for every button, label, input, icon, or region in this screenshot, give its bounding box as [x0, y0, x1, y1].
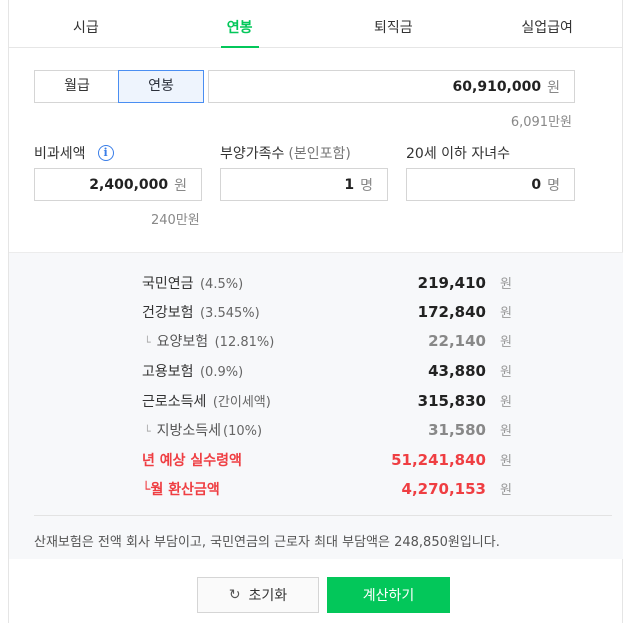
health-insurance-rate: (3.545%) [199, 305, 260, 321]
won-unit: 원 [500, 365, 512, 380]
income-tax-row: 근로소득세 (간이세액) 315,830 원 [142, 386, 512, 415]
nontax-unit: 원 [174, 177, 187, 194]
won-unit: 원 [500, 395, 512, 410]
employment-insurance-row: 고용보험 (0.9%) 43,880 원 [142, 356, 512, 385]
salary-unit: 원 [547, 79, 560, 96]
children-input[interactable]: 0 명 [406, 168, 575, 201]
salary-input[interactable]: 60,910,000 원 [208, 70, 575, 103]
children-label-text: 20세 이하 자녀수 [406, 146, 510, 162]
health-insurance-value: 172,840 [417, 302, 486, 321]
salary-in-manwon: 6,091만원 [510, 115, 572, 130]
children-label: 20세 이하 자녀수 [406, 143, 510, 163]
monthly-net-label: 월 환산금액 [150, 481, 220, 498]
won-unit: 원 [500, 335, 512, 350]
nontax-value: 2,400,000 [89, 176, 169, 193]
nontax-input[interactable]: 2,400,000 원 [34, 168, 202, 201]
local-tax-rate: (10%) [223, 423, 263, 439]
tab-severance[interactable]: 퇴직금 [317, 0, 471, 47]
children-value: 0 [531, 176, 542, 193]
care-insurance-label: 요양보험 [156, 333, 209, 350]
reset-button-label: 초기화 [248, 588, 288, 604]
pay-type-toggle: 월급 연봉 [34, 70, 204, 103]
salary-calculator: 시급 연봉 퇴직금 실업급여 월급 연봉 60,910,000 원 6,091만… [8, 0, 623, 623]
nontax-label-text: 비과세액 [34, 146, 86, 162]
sub-item-arrow-icon: └ [144, 424, 151, 438]
results-panel: 국민연금 (4.5%) 219,410 원 건강보험 (3.545%) 172,… [9, 252, 623, 559]
health-insurance-row: 건강보험 (3.545%) 172,840 원 [142, 297, 512, 326]
monthly-net-value: 4,270,153 [401, 479, 486, 498]
employment-insurance-rate: (0.9%) [199, 364, 244, 380]
national-pension-rate: (4.5%) [199, 276, 244, 292]
monthly-pay-button[interactable]: 월급 [35, 71, 119, 102]
employment-insurance-label: 고용보험 [142, 363, 194, 380]
local-tax-row: └ 지방소득세 (10%) 31,580 원 [142, 415, 512, 444]
employment-insurance-value: 43,880 [428, 361, 486, 380]
monthly-net-row: └월 환산금액 4,270,153 원 [142, 474, 512, 503]
results-divider [34, 515, 612, 516]
won-unit: 원 [500, 424, 512, 439]
won-unit: 원 [500, 454, 512, 469]
annual-pay-button[interactable]: 연봉 [118, 70, 204, 103]
local-tax-label: 지방소득세 [156, 422, 222, 439]
dependents-label-note: (본인포함) [288, 146, 351, 162]
info-icon[interactable]: i [97, 145, 114, 161]
tab-bar: 시급 연봉 퇴직금 실업급여 [9, 0, 623, 48]
insurance-note: 산재보험은 전액 회사 부담이고, 국민연금의 근로자 최대 부담액은 248,… [34, 535, 500, 550]
dependents-input[interactable]: 1 명 [220, 168, 388, 201]
tab-unemployment[interactable]: 실업급여 [470, 0, 623, 47]
won-unit: 원 [500, 277, 512, 292]
national-pension-row: 국민연금 (4.5%) 219,410 원 [142, 268, 512, 297]
annual-net-row: 년 예상 실수령액 51,241,840 원 [142, 445, 512, 474]
income-tax-label: 근로소득세 [142, 393, 207, 410]
tab-annual[interactable]: 연봉 [163, 0, 317, 47]
dependents-value: 1 [344, 176, 355, 193]
won-unit: 원 [500, 483, 512, 498]
reset-button[interactable]: ↻ 초기화 [197, 577, 319, 613]
sub-item-arrow-icon: └ [144, 335, 151, 349]
annual-net-label: 년 예상 실수령액 [142, 452, 242, 469]
nontax-label: 비과세액 i [34, 143, 114, 163]
salary-value: 60,910,000 [452, 78, 542, 95]
children-unit: 명 [547, 177, 560, 194]
tab-hourly[interactable]: 시급 [9, 0, 163, 47]
care-insurance-value: 22,140 [428, 331, 486, 350]
nontax-in-manwon: 240만원 [151, 213, 200, 228]
national-pension-value: 219,410 [417, 273, 486, 292]
care-insurance-rate: (12.81%) [214, 334, 275, 350]
local-tax-value: 31,580 [428, 420, 486, 439]
income-tax-value: 315,830 [417, 391, 486, 410]
dependents-label-text: 부양가족수 [220, 146, 285, 162]
refresh-icon: ↻ [228, 587, 241, 603]
dependents-label: 부양가족수 (본인포함) [220, 143, 351, 163]
calculate-button[interactable]: 계산하기 [327, 577, 450, 613]
income-tax-note: (간이세액) [212, 394, 271, 410]
national-pension-label: 국민연금 [142, 275, 194, 292]
dependents-unit: 명 [360, 177, 373, 194]
annual-net-value: 51,241,840 [391, 450, 486, 469]
care-insurance-row: └ 요양보험 (12.81%) 22,140 원 [142, 326, 512, 355]
health-insurance-label: 건강보험 [142, 304, 194, 321]
won-unit: 원 [500, 306, 512, 321]
